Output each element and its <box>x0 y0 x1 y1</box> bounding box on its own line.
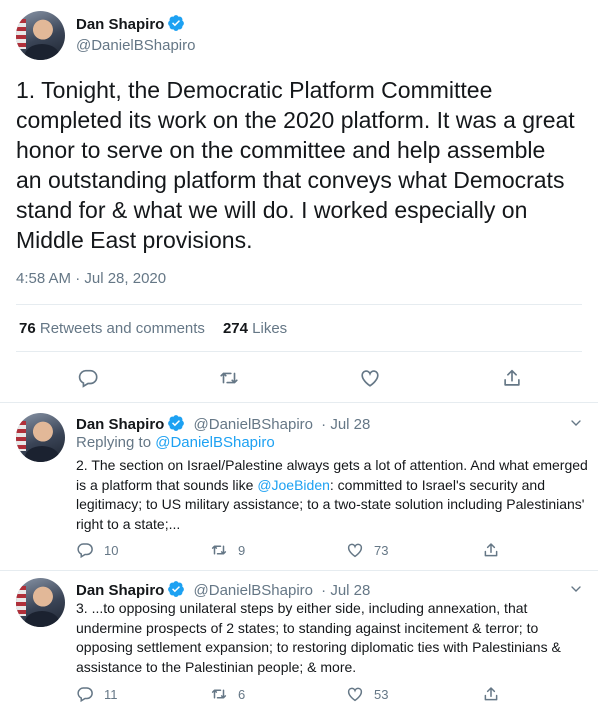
author-name[interactable]: Dan Shapiro <box>76 582 164 599</box>
tweet-text: 1. Tonight, the Democratic Platform Comm… <box>16 77 575 253</box>
divider <box>0 402 598 403</box>
tweet-date[interactable]: · Jul 28 <box>321 582 370 599</box>
divider <box>16 351 582 352</box>
author-handle[interactable]: @DanielBShapiro <box>194 416 313 433</box>
likes-count: 274 <box>222 320 248 337</box>
comment-icon <box>78 369 98 388</box>
chevron-down-icon <box>571 420 581 426</box>
like-button[interactable] <box>359 367 381 389</box>
retweet-count: 9 <box>238 542 246 558</box>
likes-stat[interactable]: 274 Likes <box>223 320 287 337</box>
author-name[interactable]: Dan Shapiro <box>76 16 164 33</box>
author-handle[interactable]: @DanielBShapiro <box>76 37 195 54</box>
divider <box>0 570 598 571</box>
heart-icon <box>347 543 363 558</box>
author-avatar[interactable] <box>16 413 65 462</box>
share-button[interactable] <box>482 685 500 703</box>
like-count: 73 <box>374 542 389 558</box>
retweets-label: Retweets and comments <box>39 320 205 337</box>
author-avatar[interactable] <box>16 11 65 60</box>
retweets-count: 76 <box>19 320 36 337</box>
share-icon <box>484 687 498 701</box>
comment-icon <box>77 543 93 559</box>
tweet-text: 2. The section on Israel/Palestine alway… <box>76 456 588 534</box>
retweet-icon <box>220 372 238 384</box>
share-button[interactable] <box>482 541 500 559</box>
like-button[interactable]: 73 <box>346 541 388 559</box>
tweet-timestamp[interactable]: 4:58 AM · Jul 28, 2020 <box>16 270 166 287</box>
tweet-stats: 76 Retweets and comments 274 Likes <box>19 320 287 337</box>
retweets-stat[interactable]: 76 Retweets and comments <box>19 320 205 337</box>
chevron-down-icon <box>571 586 581 592</box>
comment-button[interactable]: 10 <box>76 541 118 559</box>
author-handle[interactable]: @DanielBShapiro <box>194 582 313 599</box>
share-icon <box>484 543 498 557</box>
retweet-count: 6 <box>238 686 246 702</box>
comment-count: 10 <box>104 542 119 558</box>
replying-to: Replying to @DanielBShapiro <box>76 434 275 451</box>
divider <box>16 304 582 305</box>
like-button[interactable]: 53 <box>346 685 388 703</box>
more-options-button[interactable] <box>568 415 584 436</box>
tweet-text: 3. ...to opposing unilateral steps by ei… <box>76 600 561 675</box>
heart-icon <box>361 370 379 387</box>
mention-link[interactable]: @JoeBiden <box>257 477 330 493</box>
replying-prefix: Replying to <box>76 434 152 451</box>
retweet-icon <box>211 545 227 555</box>
comment-count: 11 <box>104 686 118 702</box>
verified-badge-icon <box>167 14 185 37</box>
comment-button[interactable] <box>77 367 99 389</box>
like-count: 53 <box>374 686 389 702</box>
comment-button[interactable]: 11 <box>76 685 118 703</box>
likes-label: Likes <box>252 320 288 337</box>
replying-handle-link[interactable]: @DanielBShapiro <box>155 434 274 451</box>
retweet-button[interactable]: 9 <box>210 541 245 559</box>
comment-icon <box>77 687 93 703</box>
share-button[interactable] <box>501 367 523 389</box>
retweet-button[interactable]: 6 <box>210 685 245 703</box>
author-avatar[interactable] <box>16 578 65 627</box>
verified-badge-icon <box>167 414 185 436</box>
retweet-button[interactable] <box>218 367 240 389</box>
heart-icon <box>347 687 363 702</box>
share-icon <box>504 369 520 386</box>
retweet-icon <box>211 689 227 699</box>
author-name[interactable]: Dan Shapiro <box>76 416 164 433</box>
tweet-date[interactable]: · Jul 28 <box>321 416 370 433</box>
